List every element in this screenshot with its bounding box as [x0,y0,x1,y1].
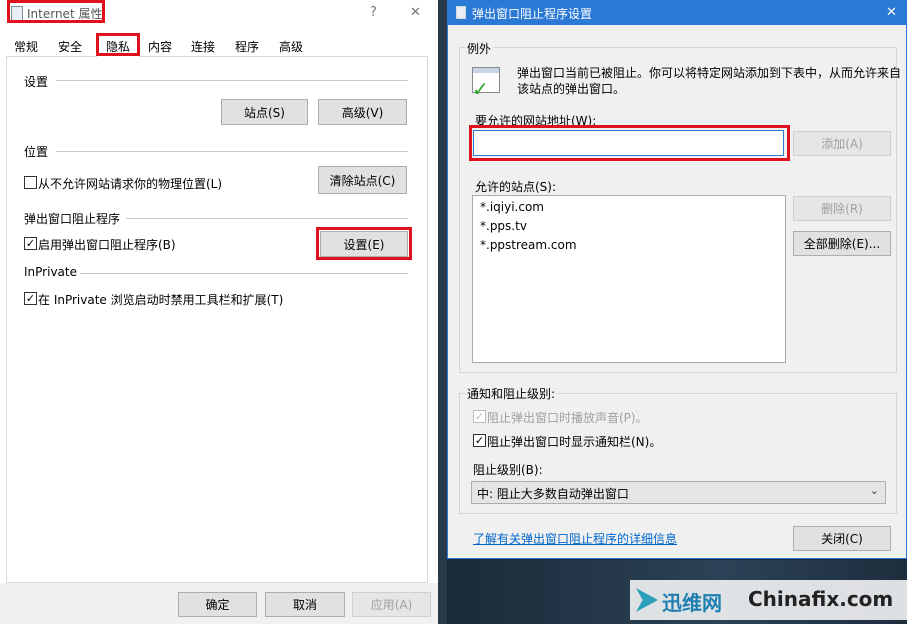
logo-arrow-icon [636,588,658,612]
location-divider [56,151,408,152]
inprivate-divider [80,273,408,274]
popup-blocker-dialog: 弹出窗口阻止程序设置 ✕ 例外 ✓ 弹出窗口当前已被阻止。你可以将特定网站添加到… [447,0,907,559]
allowed-sites-label: 允许的站点(S): [475,180,557,194]
notification-label: 通知和阻止级别: [465,385,558,402]
list-item[interactable]: *.iqiyi.com [480,200,544,214]
settings-divider [56,80,408,81]
tab-content[interactable]: 内容 [142,36,178,56]
blocking-level-label: 阻止级别(B): [473,463,543,477]
blocking-level-value: 中: 阻止大多数自动弹出窗口 [477,487,629,501]
learn-more-link[interactable]: 了解有关弹出窗口阻止程序的详细信息 [473,530,677,547]
settings-button-highlight [316,227,412,260]
tab-panel [6,56,428,583]
close-button[interactable]: 关闭(C) [793,526,891,551]
clear-sites-button[interactable]: 清除站点(C) [318,166,407,194]
location-checkbox[interactable] [24,176,37,189]
inprivate-checkbox[interactable]: ✓ [24,292,37,305]
tab-programs[interactable]: 程序 [229,36,265,56]
check-icon: ✓ [472,77,489,101]
popup-checkbox[interactable]: ✓ [24,237,37,250]
tab-security[interactable]: 安全 [52,36,88,56]
address-input-highlight [469,125,790,161]
sound-checkbox[interactable]: ✓ [473,410,486,423]
chevron-down-icon: ⌄ [869,484,879,497]
close-icon[interactable]: ✕ [886,5,897,20]
notify-checkbox[interactable]: ✓ [473,434,486,447]
list-item[interactable]: *.pps.tv [480,219,527,233]
popup-checkbox-label: 启用弹出窗口阻止程序(B) [38,238,176,252]
inprivate-section-label: InPrivate [24,265,77,279]
tab-connections[interactable]: 连接 [185,36,221,56]
title-highlight [7,0,105,23]
privacy-tab-highlight [96,33,140,56]
settings-section-label: 设置 [24,75,49,89]
advanced-button[interactable]: 高级(V) [318,99,407,125]
sound-checkbox-label: 阻止弹出窗口时播放声音(P)。 [487,411,648,425]
exceptions-label: 例外 [465,40,494,57]
notify-checkbox-label: 阻止弹出窗口时显示通知栏(N)。 [487,435,662,449]
popup-section-label: 弹出窗口阻止程序 [24,212,121,226]
internet-options-dialog: Internet 属性 ? ✕ 常规 安全 隐私 内容 连接 程序 高级 设置 … [0,0,438,624]
inprivate-checkbox-label: 在 InPrivate 浏览启动时禁用工具栏和扩展(T) [38,293,284,307]
remove-all-button[interactable]: 全部删除(E)... [793,231,891,256]
popup-divider [126,218,408,219]
brand-cn: 迅维网 [662,591,722,615]
description-line-2: 该站点的弹出窗口。 [517,82,626,96]
sites-button[interactable]: 站点(S) [221,99,308,125]
location-section-label: 位置 [24,145,49,159]
apply-button[interactable]: 应用(A) [352,592,431,617]
brand-en: Chinafix.com [748,587,894,611]
ok-button[interactable]: 确定 [178,592,257,617]
watermark-logo: 迅维网 Chinafix.com [630,580,907,620]
remove-button[interactable]: 删除(R) [793,196,891,221]
blocking-level-select[interactable]: 中: 阻止大多数自动弹出窗口 ⌄ [471,481,886,504]
window-title: 弹出窗口阻止程序设置 [472,7,593,21]
description-line-1: 弹出窗口当前已被阻止。你可以将特定网站添加到下表中，从而允许来自 [517,66,902,80]
desktop-background [438,0,447,624]
tab-general[interactable]: 常规 [8,36,44,56]
help-icon[interactable]: ? [370,5,377,20]
tab-advanced[interactable]: 高级 [273,36,309,56]
allowed-sites-list[interactable]: *.iqiyi.com *.pps.tv *.ppstream.com [472,195,786,363]
close-icon[interactable]: ✕ [410,5,421,20]
location-checkbox-label: 从不允许网站请求你的物理位置(L) [38,177,223,191]
cancel-button[interactable]: 取消 [265,592,345,617]
dialog-icon [456,6,466,19]
add-button[interactable]: 添加(A) [793,131,891,156]
list-item[interactable]: *.ppstream.com [480,238,577,252]
